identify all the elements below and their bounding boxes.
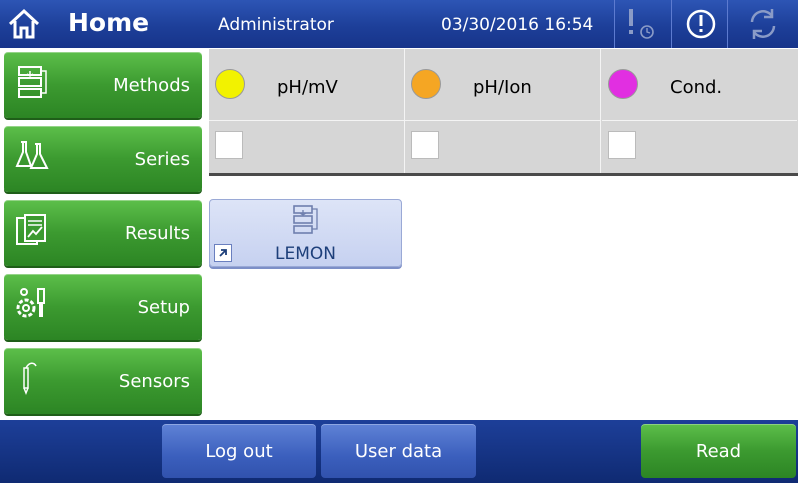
channel-checkbox[interactable] <box>411 131 439 159</box>
divider <box>209 120 404 121</box>
logout-button[interactable]: Log out <box>162 424 316 478</box>
channel-color-dot <box>608 69 638 99</box>
date-time: 03/30/2016 16:54 <box>441 15 594 35</box>
sidebar-item-label: Sensors <box>118 371 190 392</box>
divider <box>602 120 797 121</box>
results-icon <box>16 214 46 245</box>
sidebar-item-series[interactable]: Series <box>4 126 202 192</box>
info-icon[interactable] <box>672 0 728 48</box>
flasks-icon <box>15 141 49 169</box>
sensor-channel[interactable]: pH/Ion <box>405 49 601 173</box>
channel-name: Cond. <box>670 77 723 98</box>
sensor-channel[interactable]: pH/mV <box>209 49 405 173</box>
alarm-clock-icon[interactable] <box>615 0 671 48</box>
sidebar-item-label: Series <box>134 149 190 170</box>
method-shortcut-button[interactable]: LEMON <box>209 199 402 267</box>
channel-checkbox[interactable] <box>608 131 636 159</box>
channel-color-dot <box>215 69 245 99</box>
user-data-button[interactable]: User data <box>321 424 476 478</box>
shortcut-label: LEMON <box>275 244 336 264</box>
sidebar-item-results[interactable]: Results <box>4 200 202 266</box>
read-button[interactable]: Read <box>641 424 796 478</box>
sensor-channel[interactable]: Cond. <box>602 49 797 173</box>
channel-name: pH/mV <box>277 77 338 98</box>
home-icon[interactable] <box>6 6 42 42</box>
sidebar-item-label: Results <box>125 223 190 244</box>
sensor-panel: pH/mV pH/Ion Cond. <box>209 49 798 176</box>
setup-icon <box>16 288 45 318</box>
sidebar-item-label: Methods <box>113 75 190 96</box>
sensor-probe-icon <box>23 362 37 396</box>
sidebar-item-setup[interactable]: Setup <box>4 274 202 340</box>
channel-color-dot <box>411 69 441 99</box>
methods-icon <box>293 205 318 234</box>
channel-checkbox[interactable] <box>215 131 243 159</box>
current-user: Administrator <box>218 15 334 35</box>
footer-bar: Log out User data Read <box>0 420 798 483</box>
sidebar-item-sensors[interactable]: Sensors <box>4 348 202 414</box>
page-title: Home <box>68 8 150 37</box>
sidebar-item-methods[interactable]: Methods <box>4 52 202 118</box>
header-divider <box>727 0 728 48</box>
methods-icon <box>18 66 47 98</box>
refresh-icon[interactable] <box>734 0 790 48</box>
channel-name: pH/Ion <box>473 77 532 98</box>
sidebar-item-label: Setup <box>137 297 190 318</box>
header-bar: Home Administrator 03/30/2016 16:54 <box>0 0 798 48</box>
shortcut-arrow-icon <box>214 244 232 262</box>
divider <box>405 120 600 121</box>
